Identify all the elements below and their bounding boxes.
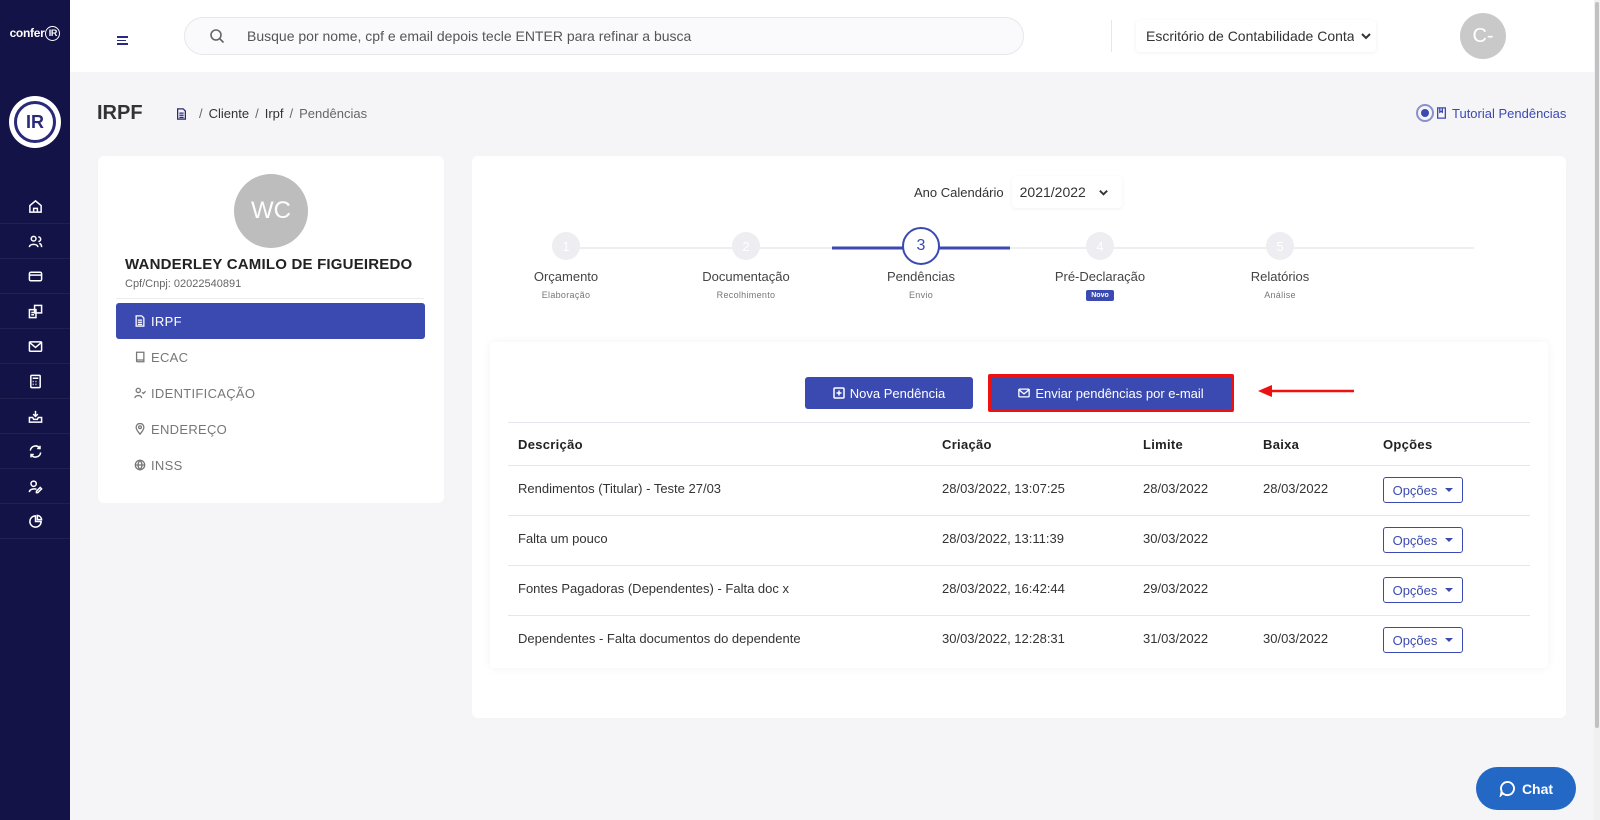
breadcrumb-irpf[interactable]: Irpf — [265, 106, 284, 121]
card-icon[interactable] — [0, 259, 70, 294]
table-header-row: Descrição Criação Limite Baixa Opções — [508, 422, 1530, 466]
col-criacao: Criação — [932, 422, 1133, 466]
app-logo[interactable]: confer IR — [0, 26, 70, 42]
pie-chart-icon[interactable] — [0, 504, 70, 539]
year-select[interactable]: 2021/2022 — [1011, 176, 1122, 208]
client-document: Cpf/Cnpj: 02022540891 — [125, 278, 242, 290]
pendencias-panel: Nova Pendência Enviar pendências por e-m… — [490, 342, 1548, 668]
users-icon[interactable] — [0, 224, 70, 259]
client-menu-ecac[interactable]: ECAC — [116, 339, 425, 375]
mail-icon — [1018, 388, 1031, 398]
client-menu: IRPF ECAC IDENTIFICAÇÃO ENDEREÇO INSS — [116, 303, 425, 483]
client-menu-endereco[interactable]: ENDEREÇO — [116, 411, 425, 447]
caret-down-icon — [1445, 638, 1454, 642]
sync-icon[interactable] — [0, 434, 70, 469]
main-sidebar: confer IR IR — [0, 0, 70, 820]
new-pendencia-button[interactable]: Nova Pendência — [805, 377, 973, 409]
step-documentacao[interactable]: 2 Documentação Recolhimento — [656, 232, 836, 300]
pendencias-table: Descrição Criação Limite Baixa Opções Re… — [508, 422, 1530, 666]
brand-emblem: IR — [9, 96, 61, 148]
year-selector-row: Ano Calendário 2021/2022 — [914, 176, 1122, 208]
annotation-arrow-icon — [1258, 385, 1354, 397]
breadcrumb: / Cliente / Irpf / Pendências — [176, 106, 367, 121]
col-opcoes: Opções — [1373, 422, 1530, 466]
tutorial-link[interactable]: Tutorial Pendências — [1416, 104, 1566, 122]
search-input[interactable] — [247, 26, 1007, 46]
page-title: IRPF — [97, 102, 143, 124]
company-select[interactable]: Escritório de Contabilidade Contabilidad… — [1136, 20, 1376, 52]
options-dropdown-button[interactable]: Opções — [1383, 577, 1463, 603]
col-descricao: Descrição — [508, 422, 932, 466]
caret-down-icon — [1445, 488, 1454, 492]
year-label: Ano Calendário — [914, 184, 1004, 200]
user-check-icon — [134, 387, 146, 399]
menu-toggle-icon[interactable] — [117, 36, 128, 47]
search-icon — [210, 29, 225, 44]
page-scrollbar[interactable] — [1594, 0, 1600, 820]
client-avatar: WC — [234, 174, 308, 248]
globe-icon — [134, 459, 146, 471]
mail-icon[interactable] — [0, 329, 70, 364]
col-baixa: Baixa — [1253, 422, 1373, 466]
chevron-down-icon — [1098, 189, 1108, 196]
caret-down-icon — [1445, 588, 1454, 592]
user-edit-icon[interactable] — [0, 469, 70, 504]
step-orcamento[interactable]: 1 Orçamento Elaboração — [476, 232, 656, 300]
client-menu-inss[interactable]: INSS — [116, 447, 425, 483]
document-icon — [177, 107, 186, 120]
inbox-tray-icon[interactable] — [0, 399, 70, 434]
table-row: Fontes Pagadoras (Dependentes) - Falta d… — [508, 565, 1530, 616]
options-dropdown-button[interactable]: Opções — [1383, 477, 1463, 503]
user-avatar[interactable]: C- — [1460, 13, 1506, 59]
stepper: 1 Orçamento Elaboração 2 Documentação Re… — [472, 227, 1566, 322]
breadcrumb-pendencias: Pendências — [299, 106, 368, 121]
chat-bubble-icon — [1499, 780, 1515, 797]
home-icon[interactable] — [0, 189, 70, 224]
scrollbar-thumb[interactable] — [1595, 2, 1599, 728]
table-row: Dependentes - Falta documentos do depend… — [508, 616, 1530, 666]
client-name: WANDERLEY CAMILO DE FIGUEIREDO — [125, 256, 413, 273]
col-limite: Limite — [1133, 422, 1253, 466]
calculator-icon[interactable] — [0, 364, 70, 399]
new-badge: Novo — [1086, 290, 1114, 301]
table-row: Rendimentos (Titular) - Teste 27/03 28/0… — [508, 465, 1530, 516]
step-pre-declaracao[interactable]: 4 Pré-Declaração Novo — [1010, 232, 1190, 302]
book-icon — [135, 351, 145, 363]
breadcrumb-cliente[interactable]: Cliente — [209, 106, 249, 121]
options-dropdown-button[interactable]: Opções — [1383, 527, 1463, 553]
step-pendencias[interactable]: 3 Pendências Envio — [831, 227, 1011, 300]
company-select-value: Escritório de Contabilidade Contabilidad… — [1146, 28, 1354, 44]
client-card: WC WANDERLEY CAMILO DE FIGUEIREDO Cpf/Cn… — [98, 156, 444, 503]
plus-square-icon — [833, 387, 845, 399]
topbar-divider — [1111, 20, 1112, 52]
chevron-down-icon — [1361, 33, 1371, 40]
client-menu-identificacao[interactable]: IDENTIFICAÇÃO — [116, 375, 425, 411]
caret-down-icon — [1445, 538, 1454, 542]
send-email-button[interactable]: Enviar pendências por e-mail — [991, 377, 1231, 409]
global-search — [184, 17, 1024, 55]
document-icon — [135, 315, 145, 327]
step-relatorios[interactable]: 5 Relatórios Análise — [1190, 232, 1370, 300]
pendencias-card: Ano Calendário 2021/2022 1 Orçamento Ela… — [472, 156, 1566, 718]
map-pin-icon — [135, 423, 145, 435]
buildings-icon[interactable] — [0, 294, 70, 329]
table-row: Falta um pouco 28/03/2022, 13:11:39 30/0… — [508, 515, 1530, 566]
chat-button[interactable]: Chat — [1476, 767, 1576, 810]
email-button-highlight: Enviar pendências por e-mail — [988, 374, 1234, 412]
options-dropdown-button[interactable]: Opções — [1383, 627, 1463, 653]
client-menu-irpf[interactable]: IRPF — [116, 303, 425, 339]
top-bar: Escritório de Contabilidade Contabilidad… — [70, 0, 1594, 72]
bookmark-doc-icon — [1437, 107, 1446, 119]
sidebar-nav — [0, 189, 70, 539]
record-icon — [1416, 104, 1434, 122]
